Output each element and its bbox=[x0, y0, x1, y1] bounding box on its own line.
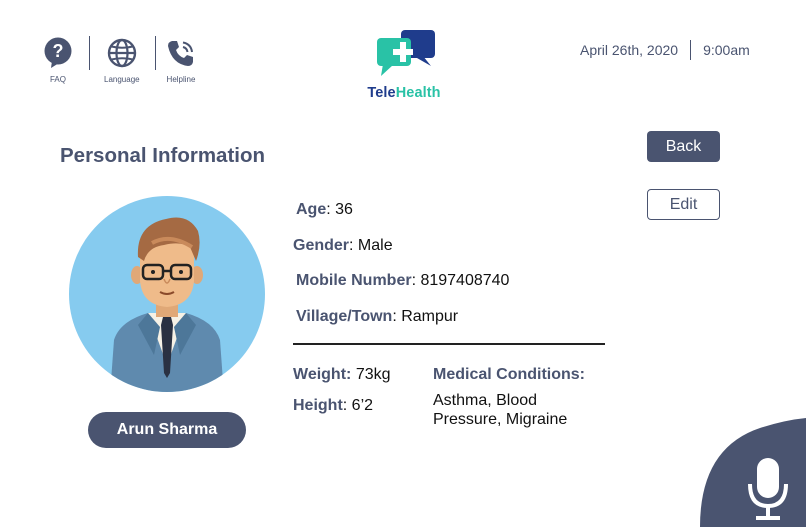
patient-name: Arun Sharma bbox=[88, 412, 246, 448]
page-title: Personal Information bbox=[60, 144, 266, 167]
village-field: Village/Town: Rampur bbox=[296, 308, 459, 325]
chat-cross-icon bbox=[377, 30, 435, 76]
datetime-divider bbox=[690, 40, 692, 60]
svg-text:?: ? bbox=[53, 41, 64, 61]
gender-field: Gender: Male bbox=[293, 237, 393, 254]
gender-value: Male bbox=[357, 237, 393, 254]
village-value: Rampur bbox=[401, 308, 459, 325]
faq-button[interactable]: ? FAQ bbox=[43, 37, 73, 84]
height-field: Height: 6’2 bbox=[293, 397, 374, 414]
avatar bbox=[68, 195, 266, 393]
gender-label: Gender bbox=[293, 237, 350, 254]
mobile-label: Mobile Number bbox=[296, 272, 412, 289]
age-value: 36 bbox=[335, 201, 353, 218]
age-field: Age: 36 bbox=[296, 201, 353, 218]
age-label: Age bbox=[296, 201, 327, 218]
faq-label: FAQ bbox=[49, 75, 66, 84]
section-divider bbox=[293, 343, 605, 345]
language-button[interactable]: Language bbox=[104, 38, 140, 84]
weight-field: Weight: 73kg bbox=[293, 366, 391, 384]
mobile-field: Mobile Number: 8197408740 bbox=[296, 272, 510, 289]
time-text: 9:00am bbox=[703, 42, 750, 58]
edit-button[interactable]: Edit bbox=[647, 189, 720, 220]
phone-icon bbox=[166, 38, 196, 68]
logo-text: TeleHealth bbox=[364, 85, 444, 101]
height-value: 6’2 bbox=[351, 397, 374, 414]
helpline-label: Helpline bbox=[166, 75, 196, 84]
logo-text-tele: Tele bbox=[367, 85, 396, 101]
telehealth-logo: TeleHealth bbox=[364, 28, 444, 101]
helpline-button[interactable]: Helpline bbox=[166, 38, 196, 84]
height-label: Height bbox=[293, 397, 343, 414]
weight-label: Weight: bbox=[293, 366, 352, 383]
question-icon: ? bbox=[43, 37, 73, 68]
header-divider bbox=[89, 36, 90, 70]
weight-value: 73kg bbox=[355, 366, 391, 383]
mobile-value: 8197408740 bbox=[420, 272, 510, 289]
language-label: Language bbox=[104, 75, 140, 84]
medical-conditions-value: Asthma, Blood Pressure, Migraine bbox=[433, 392, 568, 428]
globe-icon bbox=[107, 38, 137, 68]
header-divider bbox=[155, 36, 156, 70]
medical-conditions-label: Medical Conditions: bbox=[433, 366, 585, 383]
village-label: Village/Town bbox=[296, 308, 393, 325]
date-text: April 26th, 2020 bbox=[580, 42, 679, 58]
datetime: April 26th, 2020 9:00am bbox=[580, 40, 750, 60]
back-button[interactable]: Back bbox=[647, 131, 720, 162]
logo-text-health: Health bbox=[395, 85, 441, 101]
voice-input-button[interactable] bbox=[700, 418, 806, 527]
